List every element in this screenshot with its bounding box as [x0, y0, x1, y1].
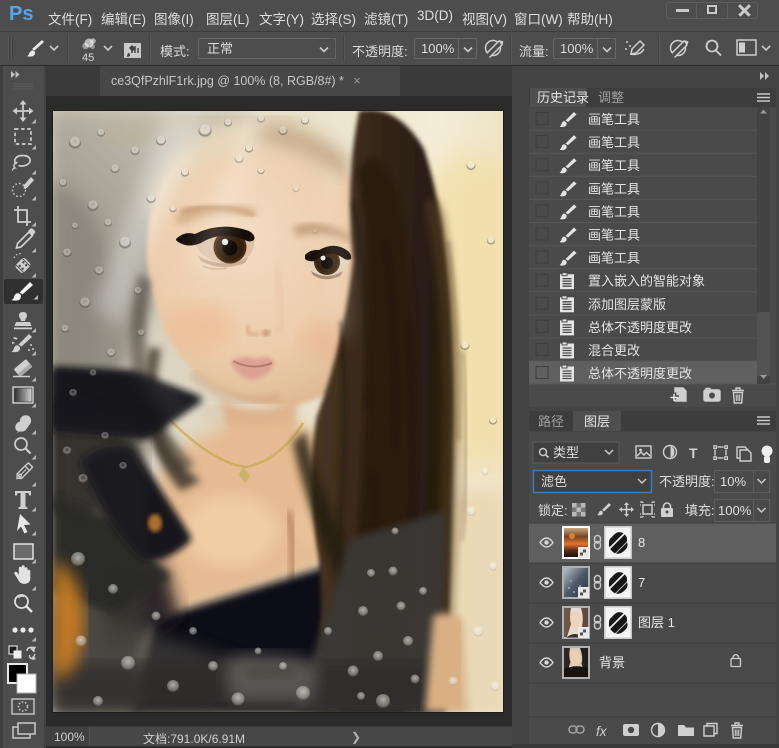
- svg-text:置入嵌入的智能对象: 置入嵌入的智能对象: [588, 274, 705, 289]
- svg-text:总体不透明度更改: 总体不透明度更改: [588, 320, 692, 335]
- svg-text:图层 1: 图层 1: [638, 615, 675, 630]
- svg-text:画笔工具: 画笔工具: [588, 181, 640, 196]
- svg-text:100%: 100%: [718, 503, 752, 518]
- svg-text:路径: 路径: [538, 414, 564, 429]
- svg-text:类型: 类型: [553, 445, 579, 460]
- svg-text:混合更改: 混合更改: [588, 343, 640, 358]
- svg-text:画笔工具: 画笔工具: [588, 135, 640, 150]
- svg-text:45: 45: [82, 52, 94, 64]
- svg-text:历史记录: 历史记录: [537, 90, 589, 105]
- svg-text:滤色: 滤色: [541, 474, 567, 489]
- svg-text:锁定:: 锁定:: [538, 503, 568, 518]
- svg-text:添加图层蒙版: 添加图层蒙版: [588, 297, 666, 312]
- svg-text:画笔工具: 画笔工具: [588, 158, 640, 173]
- svg-text:10%: 10%: [720, 474, 746, 489]
- svg-text:T: T: [689, 445, 698, 461]
- svg-text:画笔工具: 画笔工具: [588, 112, 640, 127]
- svg-text:8: 8: [638, 535, 645, 550]
- svg-text:画笔工具: 画笔工具: [588, 204, 640, 219]
- svg-text:画笔工具: 画笔工具: [588, 251, 640, 266]
- svg-text:调整: 调整: [598, 90, 624, 105]
- svg-text:fx: fx: [596, 724, 608, 739]
- svg-text:背景: 背景: [599, 655, 625, 670]
- svg-text:不透明度:: 不透明度:: [659, 474, 715, 489]
- svg-text:7: 7: [638, 575, 645, 590]
- svg-text:画笔工具: 画笔工具: [588, 228, 640, 243]
- svg-text:总体不透明度更改: 总体不透明度更改: [588, 366, 692, 381]
- svg-text:填充:: 填充:: [685, 503, 715, 518]
- svg-text:图层: 图层: [584, 414, 610, 429]
